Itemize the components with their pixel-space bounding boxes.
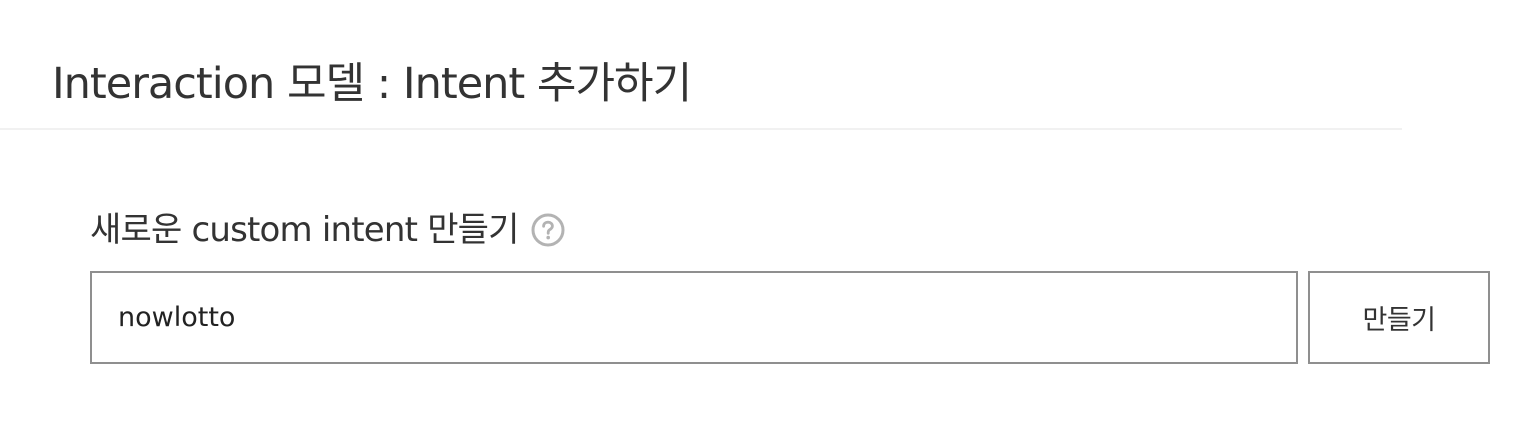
create-intent-section-header: 새로운 custom intent 만들기 <box>90 204 565 256</box>
page-header: Interaction 모델 : Intent 추가하기 <box>0 0 1402 130</box>
create-intent-button[interactable]: 만들기 <box>1308 271 1490 364</box>
intent-name-input[interactable] <box>90 271 1298 364</box>
create-intent-label: 새로운 custom intent 만들기 <box>90 210 519 250</box>
question-circle-icon[interactable] <box>531 213 565 247</box>
page-title: Interaction 모델 : Intent 추가하기 <box>52 58 692 109</box>
